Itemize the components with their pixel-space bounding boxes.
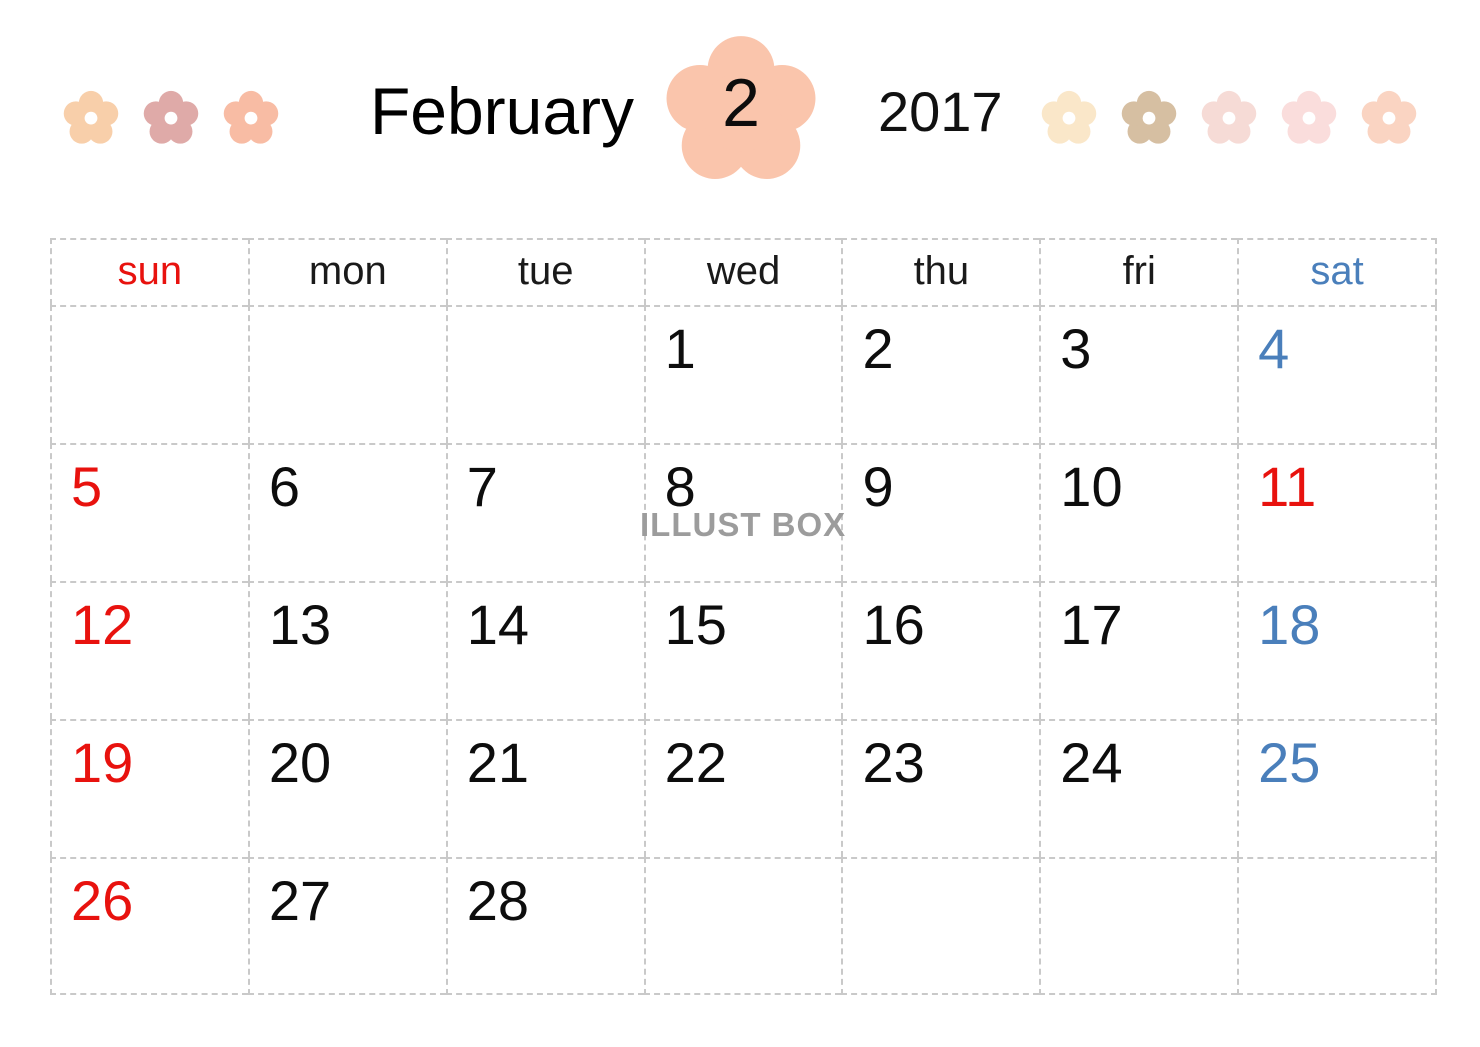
day-cell[interactable]: 22	[643, 719, 842, 857]
day-number: 21	[466, 731, 530, 794]
day-cell[interactable]: 8	[643, 443, 842, 581]
day-cell[interactable]: 1	[643, 305, 842, 443]
day-number: 12	[71, 593, 134, 656]
weekday-header-row: sun mon tue wed thu fri sat	[50, 238, 1438, 305]
decorative-flowers-left	[62, 88, 280, 146]
day-number: 9	[862, 455, 894, 518]
day-number: 15	[664, 593, 727, 656]
day-cell[interactable]: 16	[841, 581, 1040, 719]
day-number: 10	[1060, 455, 1123, 518]
day-number: 4	[1258, 317, 1290, 380]
day-cell[interactable]: 27	[247, 857, 446, 995]
calendar-week-row: 1 2 3 4	[50, 305, 1438, 443]
weekday-header-sun: sun	[50, 238, 248, 305]
day-cell[interactable]: 25	[1237, 719, 1438, 857]
day-number: 7	[466, 455, 498, 518]
decorative-flowers-right	[1040, 88, 1418, 146]
day-cell[interactable]: 4	[1237, 305, 1438, 443]
day-cell[interactable]	[1237, 857, 1438, 995]
day-cell[interactable]: 14	[445, 581, 644, 719]
day-cell[interactable]: 13	[247, 581, 446, 719]
day-cell[interactable]: 18	[1237, 581, 1438, 719]
day-number: 27	[268, 869, 332, 932]
flower-left-1-icon	[63, 90, 119, 144]
day-cell[interactable]	[841, 857, 1040, 995]
day-cell[interactable]: 24	[1039, 719, 1238, 857]
day-number: 24	[1060, 731, 1123, 794]
day-number: 1	[664, 317, 696, 380]
day-cell[interactable]	[1039, 857, 1238, 995]
day-number: 2	[862, 317, 894, 380]
month-number-label: 2	[722, 65, 760, 141]
calendar-week-row: 12 13 14 15 16 17 18	[50, 581, 1438, 719]
day-number: 5	[71, 455, 103, 518]
day-number: 23	[862, 731, 925, 794]
day-cell[interactable]: 19	[50, 719, 248, 857]
calendar-grid: sun mon tue wed thu fri sat 1 2 3 4 5 6 …	[50, 238, 1438, 995]
day-cell[interactable]: 11	[1237, 443, 1438, 581]
day-number: 26	[71, 869, 134, 932]
day-number: 17	[1060, 593, 1123, 656]
day-number: 13	[268, 593, 332, 656]
day-number: 11	[1258, 455, 1317, 518]
day-cell[interactable]: 6	[247, 443, 446, 581]
weekday-header-mon: mon	[247, 238, 446, 305]
weekday-header-sat: sat	[1237, 238, 1438, 305]
weekday-header-thu: thu	[841, 238, 1040, 305]
year-label: 2017	[878, 80, 1003, 143]
day-cell[interactable]: 28	[445, 857, 644, 995]
day-number: 6	[268, 455, 301, 518]
day-cell[interactable]	[643, 857, 842, 995]
day-number: 16	[862, 593, 925, 656]
day-cell[interactable]	[247, 305, 446, 443]
flower-right-1-icon	[1041, 90, 1097, 144]
weekday-header-fri: fri	[1039, 238, 1238, 305]
flower-left-2-icon	[143, 90, 199, 144]
day-cell[interactable]: 9	[841, 443, 1040, 581]
day-number: 28	[466, 869, 530, 932]
day-cell[interactable]: 3	[1039, 305, 1238, 443]
day-number: 20	[268, 731, 332, 794]
day-cell[interactable]: 26	[50, 857, 248, 995]
day-cell[interactable]: 23	[841, 719, 1040, 857]
day-cell[interactable]: 2	[841, 305, 1040, 443]
day-cell[interactable]: 21	[445, 719, 644, 857]
day-number: 8	[664, 455, 696, 518]
flower-right-5-icon	[1361, 90, 1417, 144]
day-cell[interactable]: 17	[1039, 581, 1238, 719]
flower-right-4-icon	[1281, 90, 1337, 144]
day-number: 19	[71, 731, 134, 794]
day-cell[interactable]: 5	[50, 443, 248, 581]
day-number: 3	[1060, 317, 1092, 380]
flower-right-3-icon	[1201, 90, 1257, 144]
day-cell[interactable]	[445, 305, 644, 443]
calendar-page: February 2 2017 sun mon tue wed thu fri …	[0, 0, 1480, 1047]
calendar-week-row: 19 20 21 22 23 24 25	[50, 719, 1438, 857]
day-cell[interactable]: 10	[1039, 443, 1238, 581]
day-number: 18	[1258, 593, 1321, 656]
day-number: 14	[466, 593, 530, 656]
day-cell[interactable]	[50, 305, 248, 443]
day-cell[interactable]: 15	[643, 581, 842, 719]
month-name-label: February	[369, 74, 635, 148]
day-cell[interactable]: 7	[445, 443, 644, 581]
flower-right-2-icon	[1121, 90, 1177, 144]
day-number: 22	[664, 731, 727, 794]
flower-left-3-icon	[223, 90, 279, 144]
weekday-header-wed: wed	[643, 238, 842, 305]
day-cell[interactable]: 12	[50, 581, 248, 719]
month-number-flower: 2	[665, 30, 817, 182]
day-cell[interactable]: 20	[247, 719, 446, 857]
day-number: 25	[1258, 731, 1321, 794]
calendar-header: February 2 2017	[0, 0, 1480, 220]
calendar-week-row: 26 27 28	[50, 857, 1438, 995]
weekday-header-tue: tue	[445, 238, 644, 305]
calendar-week-row: 5 6 7 8 9 10 11	[50, 443, 1438, 581]
